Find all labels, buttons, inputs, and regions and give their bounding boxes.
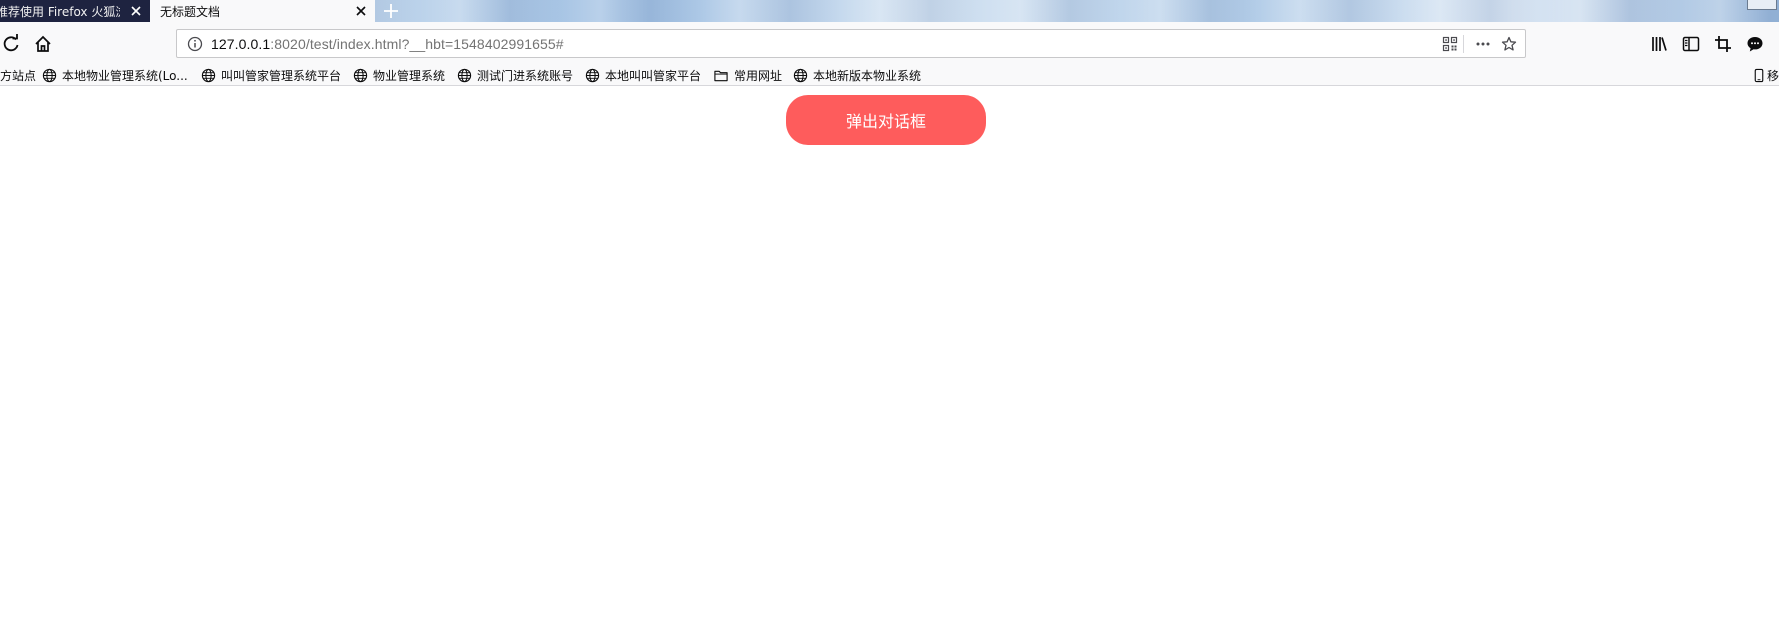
url-path: :8020/test/index.html?__hbt=154840299165… <box>270 36 564 52</box>
tab-strip: 推荐使用 Firefox 火狐浏览器 无标题文档 <box>0 0 1779 22</box>
globe-icon <box>42 68 57 83</box>
url-divider <box>1463 35 1464 53</box>
chat-icon[interactable] <box>1744 33 1766 55</box>
tab-untitled[interactable]: 无标题文档 <box>150 0 375 22</box>
globe-icon <box>353 68 368 83</box>
plus-icon[interactable] <box>380 0 402 22</box>
bookmark-label: 叫叫管家管理系统平台 <box>221 69 342 83</box>
home-icon[interactable] <box>32 33 54 55</box>
bookmark-item[interactable]: 本地叫叫管家平台 <box>585 67 701 84</box>
bookmark-label: 方站点 <box>0 69 37 83</box>
tab-title: 推荐使用 Firefox 火狐浏览器 <box>0 4 120 19</box>
globe-icon <box>457 68 472 83</box>
screenshot-icon[interactable] <box>1712 33 1734 55</box>
reload-icon[interactable] <box>0 33 22 55</box>
bookmark-label: 常用网址 <box>734 69 783 83</box>
folder-icon <box>714 70 728 82</box>
page-content: 弹出对话框 <box>0 87 1779 631</box>
bookmark-label: 本地新版本物业系统 <box>813 69 922 83</box>
url-host: 127.0.0.1 <box>211 36 271 52</box>
bookmarks-toolbar: 方站点 本地物业管理系统(Lo... 叫叫管家管理系统平台 物业管理系统 测试门… <box>0 65 1779 86</box>
bookmark-item[interactable]: 方站点 <box>0 67 36 84</box>
globe-icon <box>201 68 216 83</box>
sidebar-icon[interactable] <box>1680 33 1702 55</box>
bookmark-label: 测试门进系统账号 <box>477 69 574 83</box>
bookmark-label: 物业管理系统 <box>373 69 446 83</box>
globe-icon <box>585 68 600 83</box>
url-text[interactable]: 127.0.0.1:8020/test/index.html?__hbt=154… <box>211 36 564 52</box>
bookmark-label: 本地叫叫管家平台 <box>605 69 702 83</box>
star-icon[interactable] <box>1501 36 1517 52</box>
qr-code-icon[interactable] <box>1442 36 1458 52</box>
window-restore-icon[interactable] <box>1747 0 1777 10</box>
tab-firefox[interactable]: 推荐使用 Firefox 火狐浏览器 <box>0 0 150 22</box>
close-icon[interactable] <box>353 3 369 19</box>
bookmark-item[interactable]: 测试门进系统账号 <box>457 67 573 84</box>
bookmark-folder[interactable]: 常用网址 <box>713 67 782 84</box>
globe-icon <box>793 68 808 83</box>
mobile-icon <box>1754 68 1764 83</box>
navigation-toolbar: 127.0.0.1:8020/test/index.html?__hbt=154… <box>0 22 1779 65</box>
tab-title: 无标题文档 <box>160 4 221 19</box>
bookmark-item[interactable]: 物业管理系统 <box>353 67 445 84</box>
close-icon[interactable] <box>128 3 144 19</box>
show-dialog-button[interactable]: 弹出对话框 <box>786 95 986 145</box>
bookmark-item[interactable]: 本地物业管理系统(Lo... <box>42 67 188 84</box>
more-actions-icon[interactable] <box>1475 36 1491 52</box>
bookmark-item[interactable]: 本地新版本物业系统 <box>793 67 921 84</box>
library-icon[interactable] <box>1648 33 1670 55</box>
bookmark-item[interactable]: 叫叫管家管理系统平台 <box>201 67 341 84</box>
url-bar[interactable]: 127.0.0.1:8020/test/index.html?__hbt=154… <box>176 29 1526 58</box>
bookmark-label: 移 <box>1766 69 1779 83</box>
bookmark-label: 本地物业管理系统(Lo... <box>62 69 188 83</box>
info-icon[interactable] <box>187 36 203 52</box>
mobile-bookmarks[interactable]: 移 <box>1753 67 1779 84</box>
